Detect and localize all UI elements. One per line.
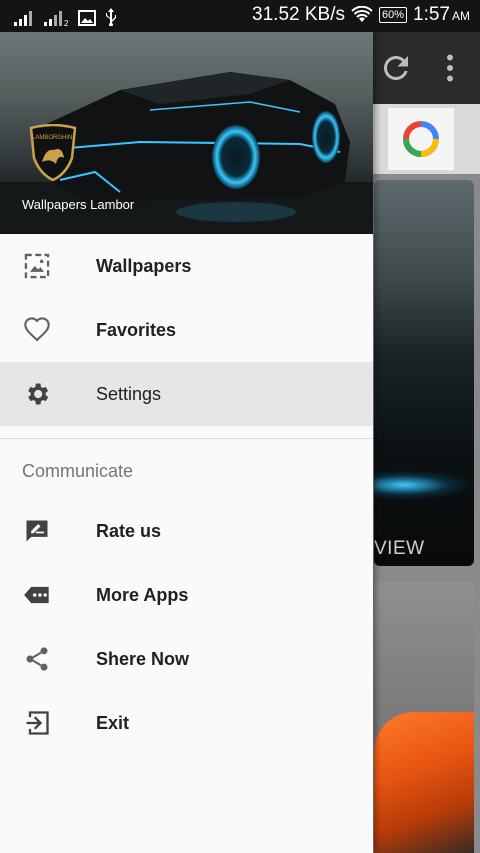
card-car-glow [374,470,474,500]
svg-text:LAMBORGHINI: LAMBORGHINI [32,135,74,141]
drawer-header: LAMBORGHINI Wallpapers Lambor [0,32,373,234]
section-header-communicate: Communicate [22,461,134,481]
menu-item-exit[interactable]: Exit [0,691,373,755]
menu-item-label: Wallpapers [96,255,192,276]
menu-item-label: Shere Now [96,648,190,669]
menu-item-share-now[interactable]: Shere Now [0,627,373,691]
signal-icon [14,11,32,26]
usb-icon [106,8,116,26]
card-view-label[interactable]: VIEW [374,538,474,560]
menu-item-label: Exit [96,712,130,733]
battery-indicator: 60% [378,7,408,23]
exit-icon [26,711,49,735]
menu-item-favorites[interactable]: Favorites [0,298,373,362]
more-apps-icon [24,586,49,604]
menu-item-settings[interactable]: Settings [0,362,373,426]
menu-item-label: Settings [96,383,162,404]
drawer-menu: Wallpapers Favorites Settings Communicat… [0,234,373,755]
wallpaper-icon [24,253,50,279]
svg-text:2: 2 [64,19,69,26]
drawer-header-title: Wallpapers Lambor [22,197,135,212]
heart-icon [24,317,50,342]
wallpaper-card[interactable]: VIEW [374,180,474,566]
menu-item-wallpapers[interactable]: Wallpapers [0,234,373,298]
gear-icon [28,383,49,405]
rate-feedback-icon [26,520,48,542]
navigation-drawer: LAMBORGHINI Wallpapers Lambor Wallpapers… [0,32,373,853]
ad-logo-icon [403,121,439,157]
menu-item-label: Favorites [96,319,177,340]
clock-time: 1:57 [413,4,450,25]
status-bar: 2 31.52 KB/s 60% 1:57 AM [0,0,480,32]
refresh-icon[interactable] [378,50,414,86]
ad-choices-box[interactable] [388,108,454,170]
menu-item-label: Rate us [96,520,162,541]
menu-item-label: More Apps [96,584,189,605]
clock-ampm: AM [452,9,470,23]
network-speed: 31.52 KB/s [252,4,345,25]
wifi-icon [351,6,373,22]
lamborghini-logo: LAMBORGHINI [29,124,77,182]
overflow-menu-icon[interactable] [432,50,468,86]
clock: 1:57 AM [413,4,470,26]
status-left-icons: 2 [14,6,118,26]
menu-item-more-apps[interactable]: More Apps [0,563,373,627]
status-right: 31.52 KB/s 60% 1:57 AM [252,4,470,26]
orange-car-image [374,712,474,853]
menu-item-rate-us[interactable]: Rate us [0,499,373,563]
image-notification-icon [78,10,96,26]
share-icon [26,647,48,671]
signal-2-icon: 2 [44,11,69,26]
